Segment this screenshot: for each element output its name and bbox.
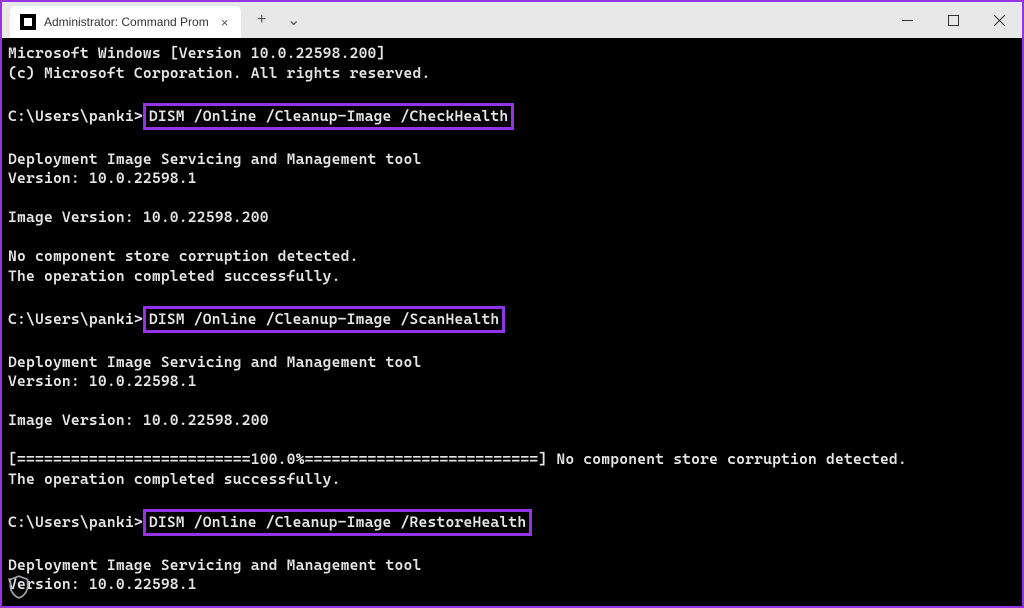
terminal-line: Version: 10.0.22598.1 (8, 372, 1016, 392)
terminal-line (8, 333, 1016, 353)
terminal-output[interactable]: Microsoft Windows [Version 10.0.22598.20… (2, 38, 1022, 606)
highlighted-command: DISM /Online /Cleanup-Image /RestoreHeal… (143, 509, 533, 537)
terminal-line: Deployment Image Servicing and Managemen… (8, 353, 1016, 373)
terminal-line: Deployment Image Servicing and Managemen… (8, 556, 1016, 576)
shield-icon (6, 574, 32, 600)
highlighted-command: DISM /Online /Cleanup-Image /ScanHealth (143, 306, 506, 334)
terminal-line (8, 130, 1016, 150)
new-tab-button[interactable]: + (253, 11, 271, 29)
minimize-button[interactable] (884, 2, 930, 38)
tab-cmd[interactable]: Administrator: Command Prom × (10, 6, 241, 38)
terminal-line (8, 83, 1016, 103)
prompt-text: C:\Users\panki> (8, 107, 143, 125)
terminal-line: C:\Users\panki>DISM /Online /Cleanup-Ima… (8, 103, 1016, 131)
cmd-icon (20, 14, 36, 30)
titlebar-drag-area[interactable] (303, 2, 884, 38)
tabbar-controls: + ⌄ (241, 2, 303, 38)
terminal-line: Image Version: 10.0.22598.200 (8, 411, 1016, 431)
terminal-line (8, 189, 1016, 209)
close-button[interactable] (976, 2, 1022, 38)
terminal-line (8, 228, 1016, 248)
window-controls (884, 2, 1022, 38)
terminal-line: Image Version: 10.0.22598.200 (8, 208, 1016, 228)
terminal-line: Deployment Image Servicing and Managemen… (8, 150, 1016, 170)
titlebar: Administrator: Command Prom × + ⌄ (2, 2, 1022, 38)
terminal-line: Version: 10.0.22598.1 (8, 169, 1016, 189)
terminal-line: C:\Users\panki>DISM /Online /Cleanup-Ima… (8, 306, 1016, 334)
terminal-line: Microsoft Windows [Version 10.0.22598.20… (8, 44, 1016, 64)
tab-close-button[interactable]: × (217, 14, 233, 30)
terminal-line (8, 286, 1016, 306)
terminal-line: No component store corruption detected. (8, 247, 1016, 267)
terminal-line (8, 536, 1016, 556)
terminal-line (8, 489, 1016, 509)
terminal-line: The operation completed successfully. (8, 267, 1016, 287)
maximize-button[interactable] (930, 2, 976, 38)
prompt-text: C:\Users\panki> (8, 310, 143, 328)
tab-dropdown-button[interactable]: ⌄ (285, 11, 303, 29)
terminal-line: [==========================100.0%=======… (8, 450, 1016, 470)
prompt-text: C:\Users\panki> (8, 513, 143, 531)
terminal-line (8, 595, 1016, 607)
terminal-line (8, 392, 1016, 412)
tab-title: Administrator: Command Prom (44, 15, 209, 29)
highlighted-command: DISM /Online /Cleanup-Image /CheckHealth (143, 103, 515, 131)
terminal-line: (c) Microsoft Corporation. All rights re… (8, 64, 1016, 84)
terminal-line: The operation completed successfully. (8, 470, 1016, 490)
terminal-line (8, 431, 1016, 451)
terminal-line: Version: 10.0.22598.1 (8, 575, 1016, 595)
terminal-line: C:\Users\panki>DISM /Online /Cleanup-Ima… (8, 509, 1016, 537)
